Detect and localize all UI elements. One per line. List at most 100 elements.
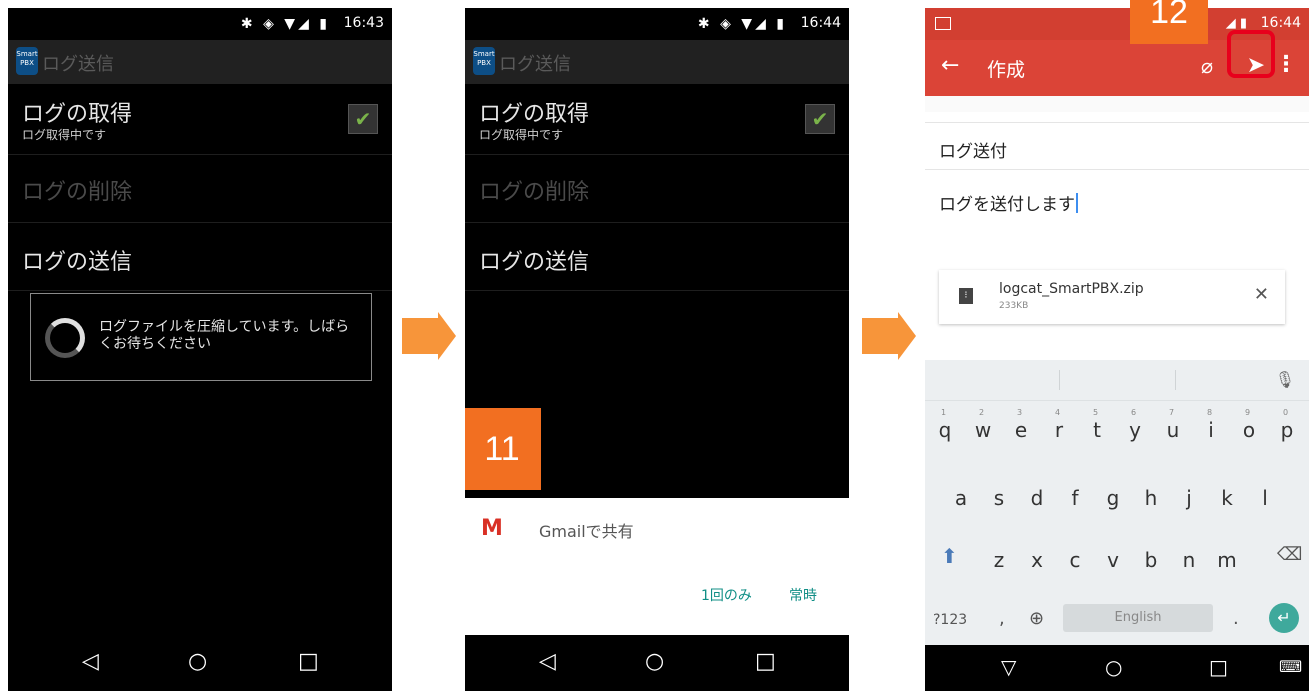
key-h[interactable]: h	[1135, 486, 1167, 510]
subject-field[interactable]: ログ送付	[925, 123, 1309, 170]
to-field-divider	[925, 112, 1309, 123]
status-icons: ◢ ▮	[1225, 16, 1247, 31]
text-cursor	[1076, 193, 1078, 213]
symbols-key[interactable]: ?123	[933, 612, 967, 628]
progress-dialog: ログファイルを圧縮しています。しばらくお待ちください	[30, 293, 372, 381]
comma-key[interactable]: ,	[999, 608, 1005, 629]
gmail-icon: M	[481, 516, 503, 541]
compose-title: 作成	[987, 59, 1026, 81]
key-b[interactable]: b	[1135, 548, 1167, 572]
period-key[interactable]: .	[1233, 608, 1239, 629]
key-o[interactable]: o	[1233, 418, 1265, 442]
pref-subtitle: ログ取得中です	[22, 128, 107, 142]
key-f[interactable]: f	[1059, 486, 1091, 510]
key-number-hint: 8	[1207, 408, 1213, 417]
key-m[interactable]: m	[1211, 548, 1243, 572]
attachment-name: logcat_SmartPBX.zip	[999, 281, 1144, 297]
attach-icon[interactable]: ⌀	[1201, 54, 1213, 78]
back-icon[interactable]: ▽	[1001, 655, 1016, 679]
app-title: ログ送信	[499, 54, 571, 75]
share-gmail-option[interactable]: Gmailで共有	[539, 518, 634, 542]
key-u[interactable]: u	[1157, 418, 1189, 442]
key-number-hint: 3	[1017, 408, 1023, 417]
status-time: 16:43	[343, 15, 384, 31]
key-c[interactable]: c	[1059, 548, 1091, 572]
nav-bar: ▽ ○ □ ⌨	[925, 645, 1309, 691]
screen-log-compressing: ✱ ◈ ▼◢ ▮ 16:43 Smart PBX ログ送信 ログの取得 ログ取得…	[8, 8, 392, 691]
key-g[interactable]: g	[1097, 486, 1129, 510]
home-icon[interactable]: ○	[1105, 655, 1122, 679]
space-key[interactable]: English	[1063, 604, 1213, 632]
soft-keyboard: 🎙 q1 w2 e3 r4 t5 y6 u7 i8 o9 p0 asdfghjkl ⬆ ⌫ zxc…	[925, 360, 1309, 645]
key-number-hint: 7	[1169, 408, 1175, 417]
key-r[interactable]: r	[1043, 418, 1075, 442]
nav-bar: ◁ ○ □	[8, 635, 392, 691]
always-button[interactable]: 常時	[789, 585, 817, 605]
key-number-hint: 6	[1131, 408, 1137, 417]
key-e[interactable]: e	[1005, 418, 1037, 442]
more-options-icon[interactable]: ⋮	[1275, 52, 1297, 77]
app-title: ログ送信	[42, 54, 114, 75]
key-v[interactable]: v	[1097, 548, 1129, 572]
key-row-2: asdfghjkl	[925, 480, 1309, 524]
recents-icon[interactable]: □	[1209, 655, 1228, 679]
key-j[interactable]: j	[1173, 486, 1205, 510]
shift-key-icon[interactable]: ⬆	[941, 544, 958, 568]
pref-title: ログの送信	[22, 250, 133, 275]
key-s[interactable]: s	[983, 486, 1015, 510]
recents-icon[interactable]: □	[755, 649, 776, 674]
key-t[interactable]: t	[1081, 418, 1113, 442]
key-number-hint: 1	[941, 408, 947, 417]
body-text: ログを送付します	[939, 195, 1075, 215]
pref-delete-log: ログの削除	[465, 154, 849, 223]
back-icon[interactable]: ◁	[82, 649, 99, 674]
key-q[interactable]: q	[929, 418, 961, 442]
key-d[interactable]: d	[1021, 486, 1053, 510]
body-text-wrap: ログを送付します	[939, 190, 1078, 215]
status-bar: ✱ ◈ ▼◢ ▮ 16:44	[465, 8, 849, 40]
back-icon[interactable]: ◁	[539, 649, 556, 674]
home-icon[interactable]: ○	[645, 649, 664, 674]
keyboard-switch-icon[interactable]: ⌨	[1279, 657, 1302, 676]
log-checkbox[interactable]: ✔	[805, 104, 835, 134]
key-z[interactable]: z	[983, 548, 1015, 572]
mic-icon[interactable]: 🎙	[1275, 370, 1295, 389]
key-a[interactable]: a	[945, 486, 977, 510]
subject-text: ログ送付	[939, 142, 1007, 162]
suggestion-strip: 🎙	[925, 360, 1309, 401]
attachment-chip[interactable]: ⁝ logcat_SmartPBX.zip 233KB ✕	[939, 270, 1285, 324]
enter-key-icon[interactable]: ↵	[1269, 603, 1299, 633]
back-arrow-icon[interactable]: ←	[941, 53, 959, 78]
key-x[interactable]: x	[1021, 548, 1053, 572]
pref-send-log[interactable]: ログの送信	[8, 222, 392, 291]
key-row-1: q1 w2 e3 r4 t5 y6 u7 i8 o9 p0	[925, 408, 1309, 456]
just-once-button[interactable]: 1回のみ	[701, 585, 752, 605]
pref-title: ログの送信	[479, 250, 590, 275]
recents-icon[interactable]: □	[298, 649, 319, 674]
key-number-hint: 0	[1283, 408, 1289, 417]
key-row-3: ⬆ ⌫ zxcvbnm	[925, 542, 1309, 586]
key-y[interactable]: y	[1119, 418, 1151, 442]
key-p[interactable]: p	[1271, 418, 1303, 442]
key-n[interactable]: n	[1173, 548, 1205, 572]
key-k[interactable]: k	[1211, 486, 1243, 510]
backspace-key-icon[interactable]: ⌫	[1277, 544, 1302, 565]
step-badge: 12	[1130, 0, 1208, 44]
home-icon[interactable]: ○	[188, 649, 207, 674]
remove-attachment-icon[interactable]: ✕	[1254, 284, 1269, 305]
key-l[interactable]: l	[1249, 486, 1281, 510]
zip-file-icon: ⁝	[959, 288, 973, 304]
pref-title: ログの削除	[22, 180, 133, 205]
step-badge: 11	[465, 408, 541, 490]
key-w[interactable]: w	[967, 418, 999, 442]
body-field[interactable]: ログを送付します	[925, 170, 1309, 250]
smartpbx-logo: Smart PBX	[16, 47, 38, 75]
globe-icon[interactable]: ⊕	[1029, 608, 1044, 629]
pref-get-log[interactable]: ログの取得 ログ取得中です ✔	[8, 84, 392, 155]
key-i[interactable]: i	[1195, 418, 1227, 442]
pref-send-log[interactable]: ログの送信	[465, 222, 849, 291]
app-bar: Smart PBX ログ送信	[465, 40, 849, 84]
pref-delete-log: ログの削除	[8, 154, 392, 223]
pref-get-log[interactable]: ログの取得 ログ取得中です ✔	[465, 84, 849, 155]
log-checkbox[interactable]: ✔	[348, 104, 378, 134]
